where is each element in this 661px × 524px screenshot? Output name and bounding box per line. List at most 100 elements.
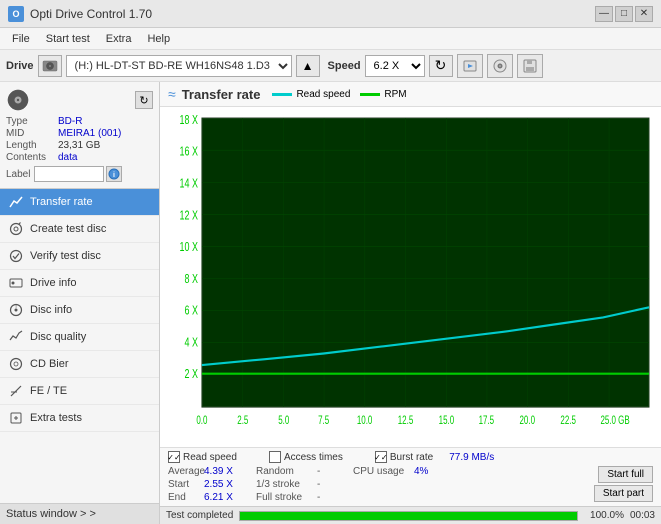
legend-row: ✓ Read speed Access times ✓ Burst rate 7… bbox=[168, 451, 653, 463]
legend-rpm-color bbox=[360, 93, 380, 96]
refresh-button[interactable]: ↻ bbox=[429, 55, 453, 77]
svg-text:10 X: 10 X bbox=[179, 241, 198, 255]
svg-text:16 X: 16 X bbox=[179, 145, 198, 159]
svg-text:17.5: 17.5 bbox=[479, 415, 495, 428]
svg-text:15.0: 15.0 bbox=[439, 415, 455, 428]
menu-file[interactable]: File bbox=[4, 31, 38, 47]
legend-read-speed: Read speed bbox=[272, 89, 350, 100]
status-window-button[interactable]: Status window > > bbox=[0, 503, 159, 524]
fe-te-icon bbox=[8, 383, 24, 399]
disc-quality-icon bbox=[8, 329, 24, 345]
svg-text:20.0: 20.0 bbox=[520, 415, 536, 428]
menu-extra[interactable]: Extra bbox=[98, 31, 140, 47]
drive-icon bbox=[38, 55, 62, 77]
access-times-checkbox[interactable] bbox=[269, 451, 281, 463]
chart-area: ≈ Transfer rate Read speed RPM bbox=[160, 82, 661, 524]
label-icon-btn[interactable]: i bbox=[106, 166, 122, 182]
svg-text:25.0 GB: 25.0 GB bbox=[600, 415, 630, 428]
app-title: Opti Drive Control 1.70 bbox=[30, 7, 595, 21]
nav-fe-te[interactable]: FE / TE bbox=[0, 378, 159, 405]
nav-cd-bier[interactable]: CD Bier bbox=[0, 351, 159, 378]
extra-tests-icon bbox=[8, 410, 24, 426]
speed-select[interactable]: 6.2 X MAX 4 X 2 X bbox=[365, 55, 425, 77]
save-button[interactable] bbox=[517, 54, 543, 78]
progress-bar-fill bbox=[240, 512, 577, 520]
start-row: Start 2.55 X 1/3 stroke - bbox=[168, 479, 594, 490]
svg-text:22.5: 22.5 bbox=[560, 415, 576, 428]
svg-text:0.0: 0.0 bbox=[196, 415, 207, 428]
stats-left: Average 4.39 X Random - CPU usage 4% Sta… bbox=[168, 466, 594, 503]
menu-help[interactable]: Help bbox=[139, 31, 178, 47]
label-label: Label bbox=[6, 169, 30, 180]
minimize-button[interactable]: — bbox=[595, 6, 613, 22]
nav-extra-tests[interactable]: Extra tests bbox=[0, 405, 159, 432]
svg-text:12.5: 12.5 bbox=[398, 415, 414, 428]
checkbox-read-speed[interactable]: ✓ Read speed bbox=[168, 451, 237, 463]
svg-text:14 X: 14 X bbox=[179, 177, 198, 191]
nav-disc-info[interactable]: i Disc info bbox=[0, 297, 159, 324]
read-button[interactable] bbox=[457, 54, 483, 78]
read-speed-checkbox[interactable]: ✓ bbox=[168, 451, 180, 463]
label-input[interactable] bbox=[34, 166, 104, 182]
status-text: Test completed bbox=[166, 510, 233, 521]
svg-text:2.5: 2.5 bbox=[237, 415, 248, 428]
svg-text:i: i bbox=[113, 172, 115, 179]
disc-refresh-button[interactable]: ↻ bbox=[135, 91, 153, 109]
nav-create-test-disc[interactable]: Create test disc bbox=[0, 216, 159, 243]
speed-label: Speed bbox=[328, 60, 361, 72]
svg-text:18 X: 18 X bbox=[179, 114, 198, 128]
chart-header: ≈ Transfer rate Read speed RPM bbox=[160, 82, 661, 107]
stats-data-area: Average 4.39 X Random - CPU usage 4% Sta… bbox=[168, 466, 653, 503]
nav-transfer-rate[interactable]: Transfer rate bbox=[0, 189, 159, 216]
title-bar: O Opti Drive Control 1.70 — □ ✕ bbox=[0, 0, 661, 28]
svg-text:12 X: 12 X bbox=[179, 209, 198, 223]
svg-text:4 X: 4 X bbox=[184, 336, 198, 350]
start-full-button[interactable]: Start full bbox=[598, 466, 653, 483]
burst-rate-value: 77.9 MB/s bbox=[449, 452, 494, 463]
main-area: ↻ Type BD-R MID MEIRA1 (001) Length 23,3… bbox=[0, 82, 661, 524]
svg-text:7.5: 7.5 bbox=[318, 415, 329, 428]
burst-rate-checkbox[interactable]: ✓ bbox=[375, 451, 387, 463]
progress-area: Test completed 100.0% 00:03 bbox=[160, 506, 661, 524]
chart-svg: 18 X 16 X 14 X 12 X 10 X 8 X 6 X 4 X 2 X… bbox=[164, 111, 653, 443]
drive-label: Drive bbox=[6, 60, 34, 72]
checkbox-burst-rate[interactable]: ✓ Burst rate bbox=[375, 451, 433, 463]
length-label: Length bbox=[6, 140, 58, 151]
contents-value: data bbox=[58, 152, 77, 163]
type-value: BD-R bbox=[58, 116, 82, 127]
nav-verify-test-disc[interactable]: Verify test disc bbox=[0, 243, 159, 270]
eject-button[interactable]: ▲ bbox=[296, 55, 320, 77]
mid-label: MID bbox=[6, 128, 58, 139]
transfer-rate-icon bbox=[8, 194, 24, 210]
disc-panel: ↻ Type BD-R MID MEIRA1 (001) Length 23,3… bbox=[0, 82, 159, 189]
cd-bier-icon bbox=[8, 356, 24, 372]
write-button[interactable] bbox=[487, 54, 513, 78]
end-row: End 6.21 X Full stroke - bbox=[168, 492, 594, 503]
checkbox-access-times[interactable]: Access times bbox=[269, 451, 343, 463]
progress-bar bbox=[239, 511, 578, 521]
svg-text:10.0: 10.0 bbox=[357, 415, 373, 428]
maximize-button[interactable]: □ bbox=[615, 6, 633, 22]
nav-list: Transfer rate Create test disc Verify te… bbox=[0, 189, 159, 503]
length-value: 23,31 GB bbox=[58, 140, 100, 151]
sidebar: ↻ Type BD-R MID MEIRA1 (001) Length 23,3… bbox=[0, 82, 160, 524]
svg-text:i: i bbox=[15, 304, 16, 310]
mid-value: MEIRA1 (001) bbox=[58, 128, 121, 139]
disc-icon bbox=[6, 88, 30, 112]
svg-text:6 X: 6 X bbox=[184, 304, 198, 318]
app-icon: O bbox=[8, 6, 24, 22]
chart-icon: ≈ bbox=[168, 86, 176, 102]
drive-bar: Drive (H:) HL-DT-ST BD-RE WH16NS48 1.D3 … bbox=[0, 50, 661, 82]
svg-text:8 X: 8 X bbox=[184, 272, 198, 286]
nav-drive-info[interactable]: Drive info bbox=[0, 270, 159, 297]
legend-rpm: RPM bbox=[360, 89, 406, 100]
nav-disc-quality[interactable]: Disc quality bbox=[0, 324, 159, 351]
drive-select[interactable]: (H:) HL-DT-ST BD-RE WH16NS48 1.D3 bbox=[66, 55, 292, 77]
menu-bar: File Start test Extra Help bbox=[0, 28, 661, 50]
menu-start-test[interactable]: Start test bbox=[38, 31, 98, 47]
stats-buttons: Start full Start part bbox=[594, 466, 653, 502]
start-part-button[interactable]: Start part bbox=[594, 485, 653, 502]
close-button[interactable]: ✕ bbox=[635, 6, 653, 22]
verify-test-disc-icon bbox=[8, 248, 24, 264]
disc-info-icon: i bbox=[8, 302, 24, 318]
